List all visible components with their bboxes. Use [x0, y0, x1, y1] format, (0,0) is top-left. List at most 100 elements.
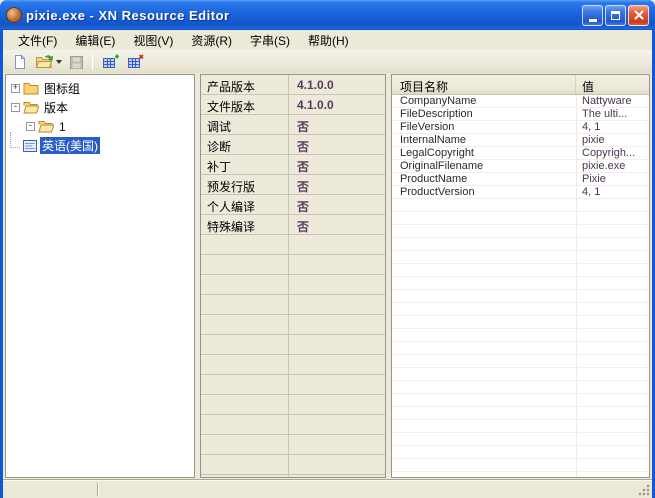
table-row[interactable]: FileDescription The ulti...	[392, 108, 649, 121]
item-value: The ulti...	[582, 108, 628, 120]
item-value: Copyrigh...	[582, 147, 636, 159]
item-value: Pixie	[582, 173, 606, 185]
tree-item-label[interactable]: 版本	[42, 99, 70, 116]
titlebar[interactable]: pixie.exe - XN Resource Editor	[0, 0, 655, 30]
add-resource-icon	[103, 54, 119, 68]
table-row[interactable]: ProductName Pixie	[392, 173, 649, 186]
table-row[interactable]: InternalName pixie	[392, 134, 649, 147]
item-value: 4, 1	[582, 186, 601, 198]
toolbar-separator	[92, 54, 93, 70]
property-row[interactable]: 诊断 否	[201, 135, 385, 155]
table-row[interactable]: CompanyName Nattyware	[392, 95, 649, 108]
item-name: ProductName	[400, 173, 468, 185]
tree-item-version[interactable]: - 版本	[6, 98, 194, 117]
item-name: CompanyName	[400, 95, 477, 107]
maximize-icon	[611, 10, 620, 20]
property-label: 补丁	[207, 160, 232, 174]
item-value: pixie	[582, 134, 605, 146]
tree-item-english-us[interactable]: 英语(美国)	[6, 131, 194, 155]
item-name: InternalName	[400, 134, 467, 146]
resource-tree-panel: + 图标组 - 版本 - 1 英语(美国)	[5, 74, 195, 478]
collapse-icon[interactable]: -	[11, 103, 20, 112]
item-value: 4, 1	[582, 121, 601, 133]
item-value: Nattyware	[582, 95, 632, 107]
open-folder-icon	[38, 120, 54, 133]
item-value: pixie.exe	[582, 160, 626, 172]
tree-connector	[10, 131, 20, 148]
string-table-panel: 项目名称 值 CompanyName Nattyware FileDescrip…	[391, 74, 650, 478]
property-row[interactable]: 补丁 否	[201, 155, 385, 175]
tree-item-icon-group[interactable]: + 图标组	[6, 79, 194, 98]
expand-icon[interactable]: +	[11, 84, 20, 93]
property-value[interactable]: 4.1.0.0	[289, 95, 385, 115]
property-row[interactable]: 调试 否	[201, 115, 385, 135]
open-button[interactable]	[32, 52, 65, 72]
column-header-name[interactable]: 项目名称	[392, 75, 576, 94]
menu-resource[interactable]: 资源(R)	[182, 30, 241, 51]
close-icon	[634, 10, 643, 20]
item-name: ProductVersion	[400, 186, 475, 198]
menu-file[interactable]: 文件(F)	[9, 30, 66, 51]
new-button[interactable]	[9, 52, 31, 72]
item-name: LegalCopyright	[400, 147, 474, 159]
closed-folder-icon	[23, 82, 39, 95]
tree-item-1[interactable]: - 1	[6, 117, 194, 136]
property-label: 调试	[207, 120, 232, 134]
open-folder-icon	[23, 101, 39, 114]
app-window: pixie.exe - XN Resource Editor 文件(F) 编辑(…	[0, 0, 655, 498]
save-button[interactable]	[66, 52, 87, 72]
statusbar	[3, 479, 652, 498]
minimize-button[interactable]	[582, 4, 603, 26]
property-row[interactable]: 特殊编译 否	[201, 215, 385, 235]
tree-item-label-selected[interactable]: 英语(美国)	[40, 137, 100, 154]
content-area: + 图标组 - 版本 - 1 英语(美国) 产品版本 4.1.0.0 文件版本 …	[3, 73, 652, 479]
property-value[interactable]: 否	[289, 155, 385, 175]
item-name: FileDescription	[400, 108, 473, 120]
pixie-app-icon	[6, 7, 22, 23]
resize-grip-icon[interactable]	[638, 484, 650, 496]
menu-string[interactable]: 字串(S)	[241, 30, 299, 51]
delete-resource-icon	[128, 54, 144, 68]
table-row[interactable]: FileVersion 4, 1	[392, 121, 649, 134]
item-name: OriginalFilename	[400, 160, 484, 172]
menu-edit[interactable]: 编辑(E)	[66, 30, 124, 51]
window-title: pixie.exe - XN Resource Editor	[26, 7, 230, 23]
minimize-icon	[588, 18, 597, 22]
maximize-button[interactable]	[605, 4, 626, 26]
version-resource-icon	[23, 139, 37, 152]
property-label: 预发行版	[207, 180, 256, 194]
property-label: 诊断	[207, 140, 232, 154]
property-value[interactable]: 否	[289, 175, 385, 195]
column-header-value[interactable]: 值	[576, 75, 649, 94]
open-folder-icon	[35, 55, 53, 68]
property-label: 文件版本	[207, 100, 256, 114]
property-value[interactable]: 4.1.0.0	[289, 75, 385, 95]
table-row[interactable]: LegalCopyright Copyrigh...	[392, 147, 649, 160]
string-table-header: 项目名称 值	[392, 75, 649, 95]
new-document-icon	[15, 55, 25, 69]
open-dropdown-arrow-icon	[56, 60, 62, 64]
menu-view[interactable]: 视图(V)	[124, 30, 182, 51]
tree-item-label[interactable]: 1	[57, 120, 68, 134]
item-name: FileVersion	[400, 121, 455, 133]
property-value[interactable]: 否	[289, 115, 385, 135]
add-resource-button[interactable]	[98, 52, 122, 72]
table-row[interactable]: OriginalFilename pixie.exe	[392, 160, 649, 173]
table-row[interactable]: ProductVersion 4, 1	[392, 186, 649, 199]
menu-help[interactable]: 帮助(H)	[299, 30, 358, 51]
property-value[interactable]: 否	[289, 195, 385, 215]
delete-resource-button[interactable]	[123, 52, 147, 72]
tree-item-label[interactable]: 图标组	[42, 80, 82, 97]
property-value[interactable]: 否	[289, 215, 385, 235]
property-row[interactable]: 产品版本 4.1.0.0	[201, 75, 385, 95]
close-button[interactable]	[628, 4, 649, 26]
property-label: 个人编译	[207, 200, 256, 214]
toolbar	[3, 51, 652, 73]
property-value[interactable]: 否	[289, 135, 385, 155]
property-row[interactable]: 预发行版 否	[201, 175, 385, 195]
window-controls	[582, 4, 649, 26]
property-row[interactable]: 个人编译 否	[201, 195, 385, 215]
property-row[interactable]: 文件版本 4.1.0.0	[201, 95, 385, 115]
statusbar-divider	[97, 483, 99, 496]
collapse-icon[interactable]: -	[26, 122, 35, 131]
